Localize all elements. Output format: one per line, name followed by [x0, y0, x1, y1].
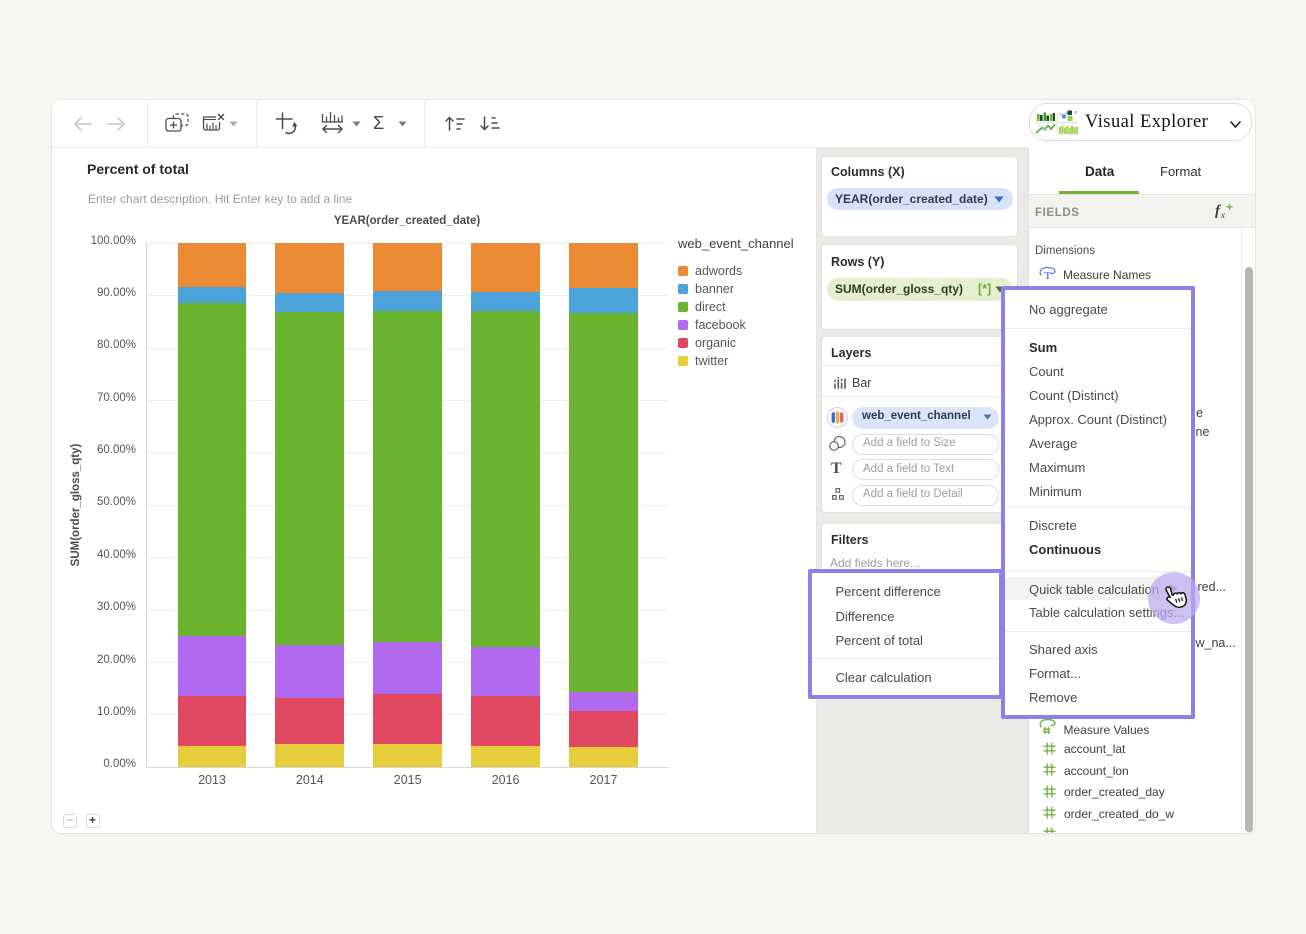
svg-text:T: T [1044, 270, 1052, 280]
